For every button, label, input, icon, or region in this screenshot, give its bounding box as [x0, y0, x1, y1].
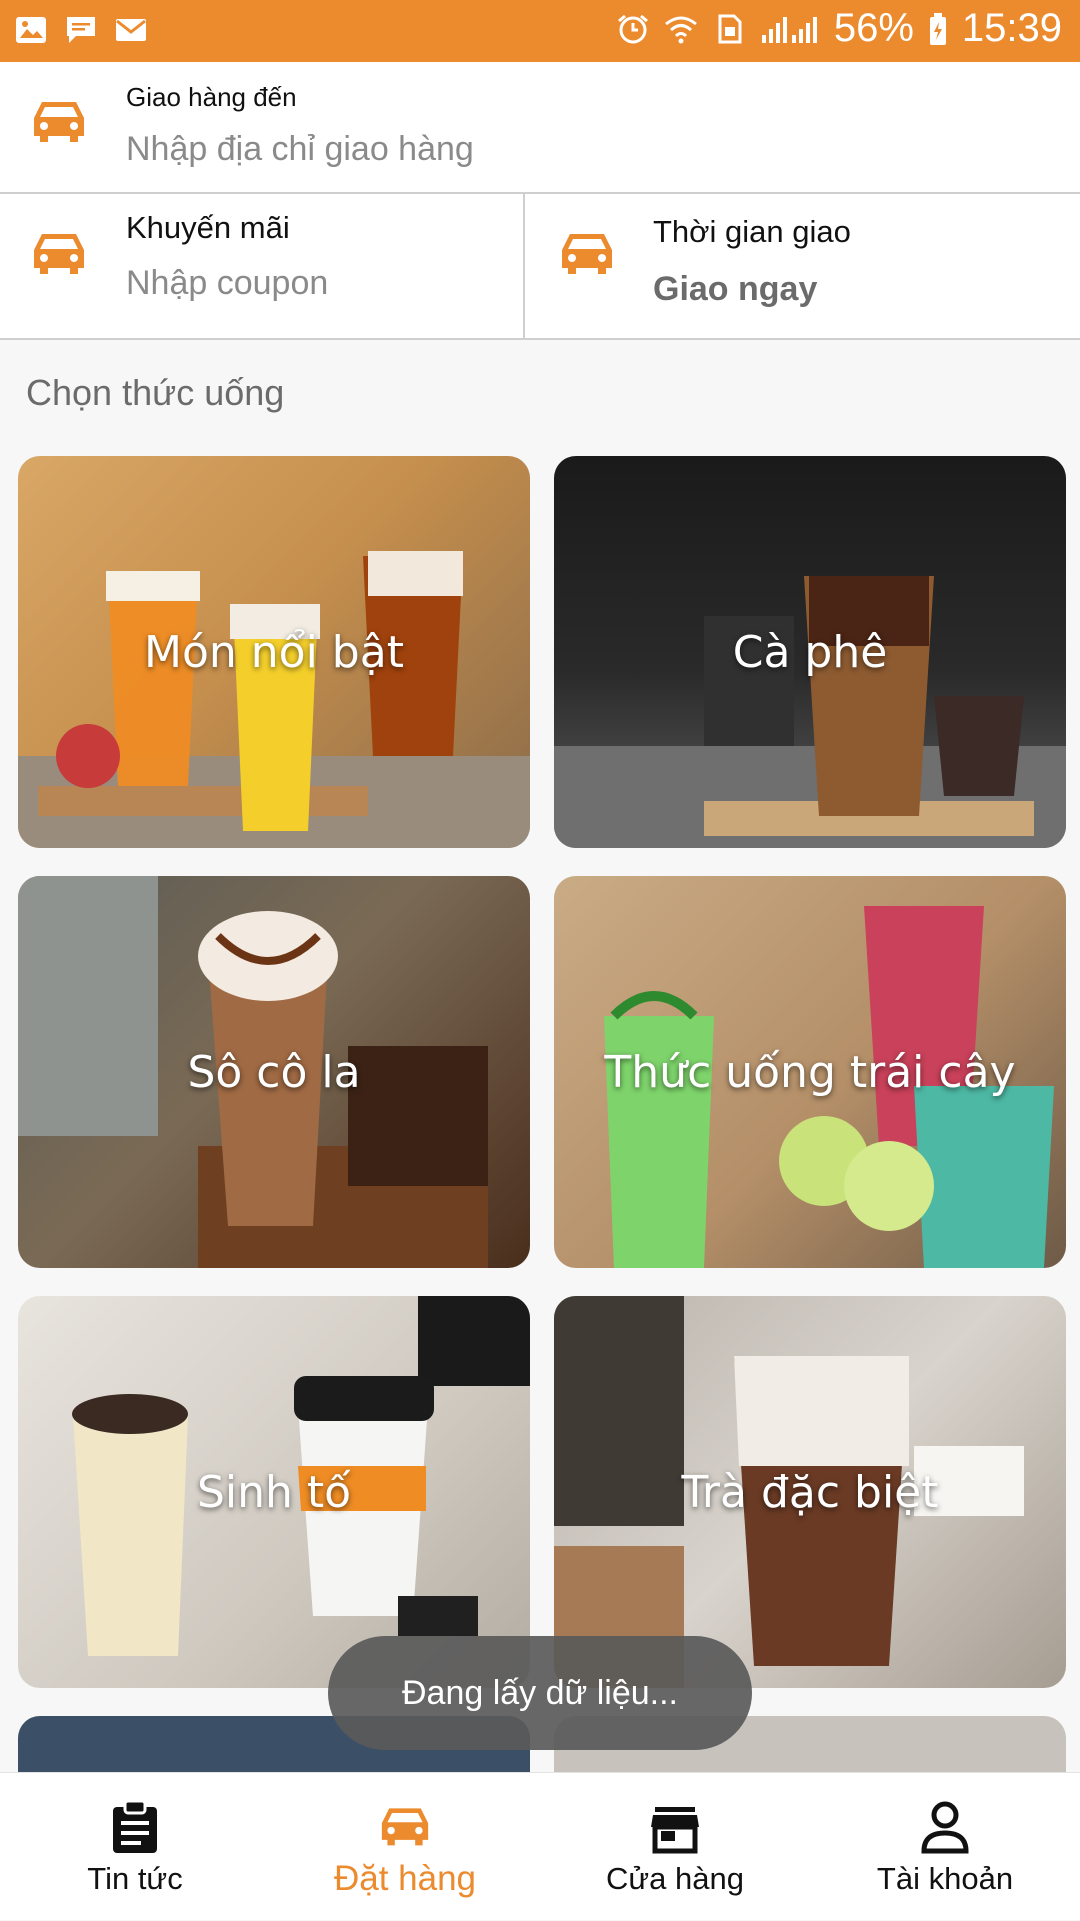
nav-label: Tin tức	[87, 1861, 183, 1896]
signal-icon	[761, 16, 817, 43]
nav-item-account[interactable]: Tài khoản	[810, 1773, 1080, 1921]
nav-label: Tài khoản	[876, 1861, 1014, 1896]
delivery-address-input[interactable]: Nhập địa chỉ giao hàng	[126, 130, 474, 169]
nav-item-news[interactable]: Tin tức	[0, 1773, 270, 1921]
person-icon	[921, 1801, 969, 1854]
battery-percent: 56%	[833, 6, 914, 50]
loading-toast: Đang lấy dữ liệu...	[328, 1636, 752, 1750]
category-tile-smoothie[interactable]: Sinh tố	[18, 1296, 530, 1688]
promo-label: Khuyến mãi	[126, 210, 290, 245]
store-icon	[651, 1807, 699, 1854]
nav-label: Cửa hàng	[606, 1861, 744, 1896]
car-icon	[34, 234, 84, 274]
car-icon	[381, 1808, 429, 1846]
car-icon	[34, 102, 84, 142]
category-label: Thức uống trái cây	[604, 1046, 1016, 1098]
image-icon	[16, 17, 46, 43]
clipboard-icon	[113, 1799, 157, 1853]
nav-item-store[interactable]: Cửa hàng	[540, 1773, 810, 1921]
category-label: Trà đặc biệt	[681, 1466, 939, 1518]
battery-icon	[929, 12, 946, 45]
delivery-time-value: Giao ngay	[653, 270, 818, 308]
nav-item-order[interactable]: Đặt hàng	[270, 1773, 540, 1921]
category-tile-coffee[interactable]: Cà phê	[554, 456, 1066, 848]
delivery-time-section[interactable]: Thời gian giao Giao ngay	[527, 194, 1080, 338]
section-title: Chọn thức uống	[26, 372, 285, 413]
category-tile-featured[interactable]: Món nổi bật	[18, 456, 530, 848]
category-label: Món nổi bật	[144, 626, 404, 678]
message-icon	[67, 17, 95, 43]
coupon-input[interactable]: Nhập coupon	[126, 264, 328, 303]
sim-icon	[718, 14, 742, 43]
delivery-time-label: Thời gian giao	[653, 214, 851, 249]
clock: 15:39	[961, 6, 1062, 50]
promo-time-row: Khuyến mãi Nhập coupon Thời gian giao Gi…	[0, 194, 1080, 340]
bottom-nav: Tin tức Đặt hàng Cửa hàng Tài khoản	[0, 1772, 1080, 1920]
delivery-label: Giao hàng đến	[126, 82, 297, 112]
delivery-address-row[interactable]: Giao hàng đến Nhập địa chỉ giao hàng	[0, 62, 1080, 194]
mail-icon	[116, 19, 146, 41]
car-icon	[562, 234, 612, 274]
alarm-icon	[617, 14, 648, 43]
wifi-icon	[664, 16, 697, 43]
nav-label: Đặt hàng	[333, 1859, 477, 1898]
category-label: Sô cô la	[187, 1046, 361, 1098]
category-tile-chocolate[interactable]: Sô cô la	[18, 876, 530, 1268]
category-label: Sinh tố	[196, 1466, 352, 1518]
category-tile-fruit[interactable]: Thức uống trái cây	[554, 876, 1066, 1268]
promo-section[interactable]: Khuyến mãi Nhập coupon	[0, 194, 525, 338]
status-bar: 56% 15:39	[0, 0, 1080, 62]
category-tile-special-tea[interactable]: Trà đặc biệt	[554, 1296, 1066, 1688]
category-label: Cà phê	[732, 626, 888, 678]
